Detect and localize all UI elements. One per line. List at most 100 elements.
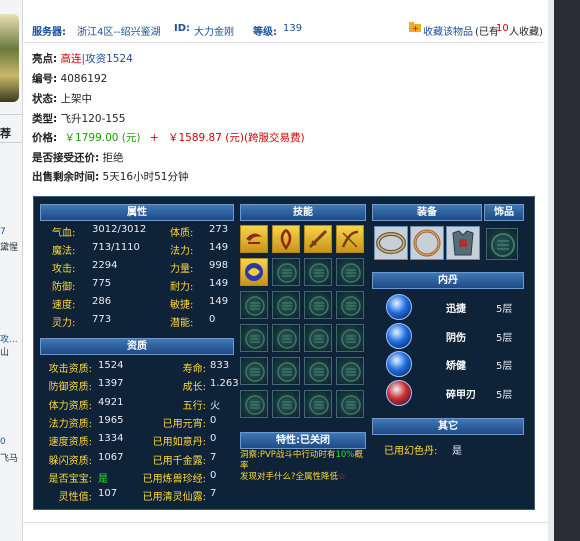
attr-label: 攻击: bbox=[52, 264, 76, 275]
attr-value: 2294 bbox=[92, 260, 118, 271]
price-label: 价格: bbox=[32, 132, 58, 144]
armor-icon[interactable] bbox=[446, 226, 480, 260]
neidan-level: 5层 bbox=[496, 389, 513, 401]
necklace-icon[interactable] bbox=[410, 226, 444, 260]
zizhi-value: 1334 bbox=[98, 433, 124, 445]
skill-icon-5[interactable] bbox=[240, 258, 268, 286]
level-value: 139 bbox=[283, 23, 303, 34]
zizhi-value: 0 bbox=[210, 414, 217, 426]
pet-detail-panel: 属性 气血: 3012/3012 体质: 273 魔法: 713/1110 法力: 149 攻击… bbox=[33, 196, 535, 510]
empty-skill-slot bbox=[240, 390, 268, 418]
zizhi-value: 1524 bbox=[98, 360, 124, 371]
zizhi-label: 速度资质: bbox=[48, 437, 92, 449]
zizhi-label: 已用清灵仙露: bbox=[142, 492, 206, 504]
zizhi-value: 1067 bbox=[98, 451, 124, 463]
code-label: 编号: bbox=[32, 73, 58, 85]
empty-skill-slot bbox=[240, 291, 268, 319]
skill-icon-4[interactable] bbox=[336, 225, 364, 253]
empty-skill-slot bbox=[272, 258, 300, 286]
svg-text:+: + bbox=[412, 24, 419, 32]
attr-value: 0 bbox=[209, 314, 216, 325]
attr-value: 998 bbox=[209, 260, 229, 271]
trait-header[interactable]: 特性:已关闭 bbox=[240, 432, 366, 449]
attr-value: 149 bbox=[209, 242, 229, 253]
empty-skill-slot bbox=[304, 357, 332, 385]
bargain-value: 拒绝 bbox=[102, 152, 124, 164]
skill-icon-1[interactable] bbox=[240, 225, 268, 253]
remain-label: 出售剩余时间: bbox=[32, 171, 100, 183]
zizhi-label: 成长: bbox=[182, 382, 206, 394]
remain-row: 出售剩余时间: 5天16小时51分钟 bbox=[32, 169, 188, 184]
neidan-level: 5层 bbox=[496, 361, 513, 372]
zizhi-header: 资质 bbox=[40, 338, 234, 355]
highlight-1: 高连 bbox=[60, 53, 82, 65]
attr-value: 775 bbox=[92, 278, 112, 289]
empty-skill-slot bbox=[240, 357, 268, 385]
server-label: 服务器: bbox=[32, 27, 66, 38]
attr-label: 耐力: bbox=[170, 282, 194, 293]
zizhi-value: 火 bbox=[210, 400, 220, 412]
zizhi-value: 7 bbox=[210, 488, 217, 500]
empty-skill-slot bbox=[336, 357, 364, 385]
attr-label: 力量: bbox=[170, 264, 194, 275]
attr-label: 防御: bbox=[52, 282, 76, 293]
empty-skill-slot bbox=[304, 291, 332, 319]
bargain-row: 是否接受还价: 拒绝 bbox=[32, 150, 124, 165]
server-value: 浙江4区--绍兴鉴湖 bbox=[77, 27, 161, 38]
zizhi-label: 寿命: bbox=[182, 364, 206, 375]
accessory-header: 饰品 bbox=[484, 204, 524, 221]
trait-desc-pct: 10% bbox=[335, 450, 355, 460]
zizhi-label: 躲闪资质: bbox=[48, 455, 92, 467]
attr-header: 属性 bbox=[40, 204, 234, 221]
skill-header: 技能 bbox=[240, 204, 366, 221]
price-plus: + bbox=[149, 132, 159, 144]
attr-value: 3012/3012 bbox=[92, 224, 147, 235]
skill-icon-3[interactable] bbox=[304, 225, 332, 253]
bracelet-icon[interactable] bbox=[374, 226, 408, 260]
sidebar-link[interactable]: 0 bbox=[0, 437, 6, 447]
skill-icon-2[interactable] bbox=[272, 225, 300, 253]
type-label: 类型: bbox=[32, 113, 58, 125]
code-value: 4086192 bbox=[60, 73, 108, 85]
right-scroll-edge bbox=[548, 0, 580, 541]
neidan-icon[interactable] bbox=[386, 322, 412, 349]
equip-header: 装备 bbox=[372, 204, 482, 221]
sidebar-text: 飞马 bbox=[0, 454, 19, 464]
empty-skill-slot bbox=[272, 390, 300, 418]
highlight-row: 亮点: 高连|攻资1524 bbox=[32, 51, 133, 66]
id-value: 大力金刚 bbox=[194, 27, 234, 38]
neidan-icon[interactable] bbox=[386, 294, 412, 320]
favorite-icon[interactable]: + bbox=[409, 22, 421, 35]
sidebar-link[interactable]: 7 bbox=[0, 227, 6, 237]
zizhi-value: 1965 bbox=[98, 414, 124, 426]
attr-label: 速度: bbox=[52, 300, 76, 311]
neidan-name: 碎甲刃 bbox=[446, 389, 476, 401]
attr-label: 敏捷: bbox=[170, 300, 194, 311]
empty-skill-slot bbox=[336, 258, 364, 286]
zizhi-value: 7 bbox=[210, 451, 217, 463]
zizhi-label: 是否宝宝: bbox=[48, 473, 92, 485]
sidebar-link[interactable]: 攻... bbox=[0, 332, 18, 345]
empty-skill-slot bbox=[304, 390, 332, 418]
empty-skill-slot bbox=[240, 324, 268, 352]
neidan-name: 阴伤 bbox=[446, 332, 466, 344]
attr-label: 灵力: bbox=[52, 318, 76, 329]
accessory-slot-empty[interactable] bbox=[486, 228, 518, 260]
zizhi-label: 防御资质: bbox=[48, 382, 92, 394]
level-label: 等级: bbox=[253, 27, 277, 38]
empty-skill-slot bbox=[272, 324, 300, 352]
sidebar-tab[interactable]: 荐 bbox=[0, 125, 11, 141]
favorite-link[interactable]: 收藏该物品 bbox=[423, 23, 473, 38]
empty-skill-slot bbox=[304, 258, 332, 286]
zizhi-label: 灵性值: bbox=[58, 492, 92, 504]
neidan-icon[interactable] bbox=[386, 351, 412, 377]
neidan-icon[interactable] bbox=[386, 379, 412, 406]
neidan-level: 5层 bbox=[496, 304, 513, 315]
attr-label: 体质: bbox=[170, 228, 194, 239]
empty-skill-slot bbox=[272, 357, 300, 385]
trait-desc-1: 洞察:PVP战斗中行动时有 bbox=[240, 450, 336, 460]
neidan-name: 迅捷 bbox=[446, 304, 466, 315]
trait-desc-3: 发现对手什么?全属性降低 bbox=[240, 472, 339, 482]
favorite-count-suffix: 人收藏) bbox=[509, 27, 543, 38]
trait-desc-end: ☆ bbox=[338, 472, 346, 482]
